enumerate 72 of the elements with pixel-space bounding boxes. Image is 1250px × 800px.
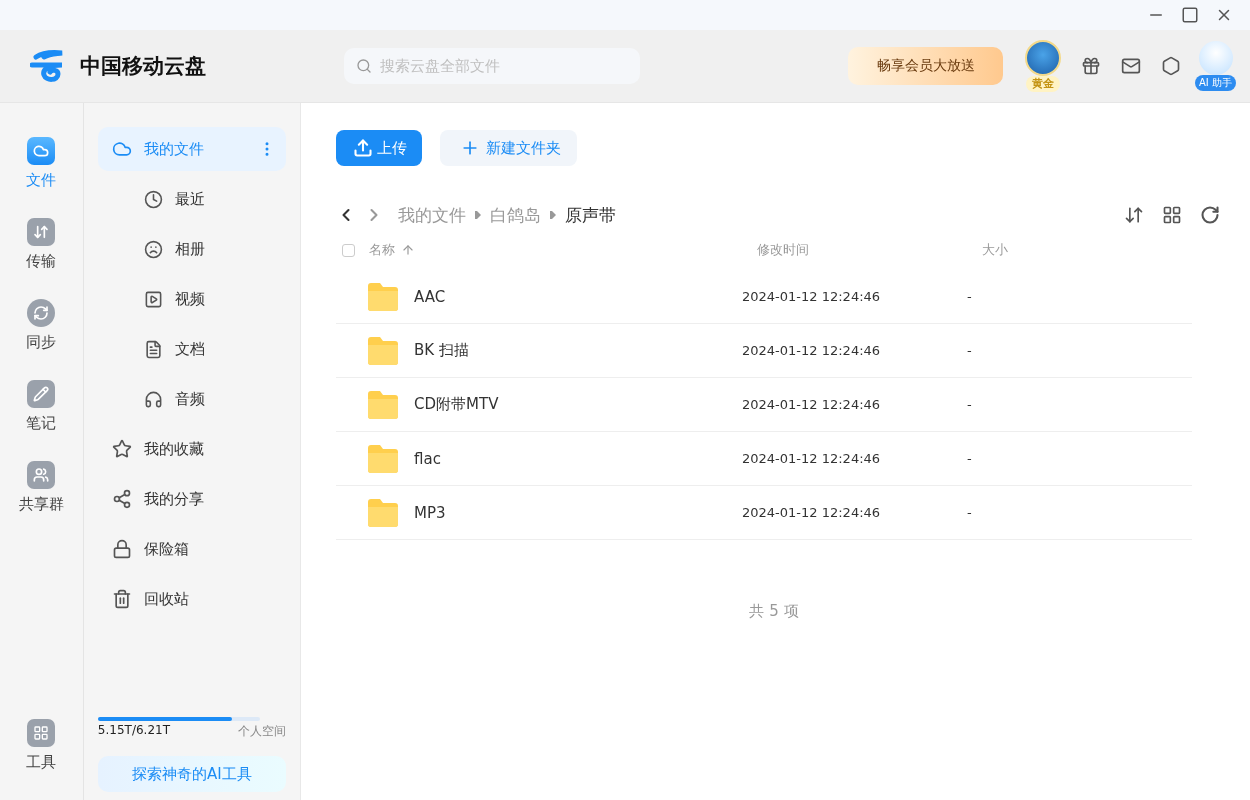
nav-item[interactable]: 我的收藏 <box>97 427 286 471</box>
promo-button[interactable]: 畅享会员大放送 <box>848 47 1004 85</box>
member-badge: 黄金 <box>1026 76 1061 92</box>
select-all-checkbox[interactable] <box>342 243 355 257</box>
mail-icon[interactable] <box>1121 56 1142 76</box>
video-icon <box>143 289 163 309</box>
pencil-icon[interactable] <box>27 380 56 408</box>
settings-icon[interactable] <box>1161 56 1182 76</box>
nav-item[interactable]: 视频 <box>97 277 286 321</box>
rail-tab[interactable]: 共享群 <box>18 495 64 514</box>
gift-icon[interactable] <box>1081 56 1102 76</box>
grid-icon[interactable] <box>27 719 56 747</box>
nav-item[interactable]: 文档 <box>97 327 286 371</box>
separator-icon <box>549 210 557 220</box>
table-cell-text: - <box>967 505 973 520</box>
refresh-icon[interactable] <box>1200 205 1220 225</box>
headphones-icon <box>143 389 163 409</box>
nav-item[interactable]: 保险箱 <box>97 527 286 571</box>
nav-item[interactable]: 我的分享 <box>97 477 286 521</box>
users-icon[interactable] <box>27 461 56 489</box>
maximize-icon[interactable] <box>1180 5 1200 25</box>
grid-view-icon[interactable] <box>1162 205 1182 225</box>
folder-icon <box>366 497 400 528</box>
folder-icon <box>366 389 400 420</box>
storage-label: 个人空间 <box>238 723 286 740</box>
sync-icon[interactable] <box>27 299 56 327</box>
share-icon <box>111 489 132 509</box>
table-cell-text: 2024-01-12 12:24:46 <box>742 451 882 466</box>
table-cell-text: 2024-01-12 12:24:46 <box>742 343 882 358</box>
sort-icon[interactable] <box>1124 205 1144 225</box>
file-name[interactable]: AAC <box>414 287 742 306</box>
breadcrumb-link[interactable]: 原声带 <box>565 203 616 227</box>
nav-item[interactable]: 最近 <box>97 177 286 221</box>
rail-tab[interactable]: 笔记 <box>26 414 57 433</box>
upload-icon <box>353 138 373 158</box>
file-name[interactable]: MP3 <box>414 503 742 522</box>
nav-item[interactable]: 音频 <box>97 377 286 421</box>
table-cell-text: 2024-01-12 12:24:46 <box>742 397 882 412</box>
folder-icon <box>366 443 400 474</box>
sort-up-icon[interactable] <box>401 243 415 257</box>
cloud-icon[interactable] <box>27 137 56 165</box>
file-name[interactable]: CD附带MTV <box>414 395 742 414</box>
assistant-label: AI 助手 <box>1195 75 1236 91</box>
folder-icon <box>366 335 400 366</box>
rail-tab[interactable]: 同步 <box>26 333 57 352</box>
rail-tab[interactable]: 工具 <box>26 753 57 772</box>
storage-used: 5.15T/6.21T <box>97 723 170 739</box>
table-cell-text: - <box>967 343 973 358</box>
app-name: 中国移动云盘 <box>80 53 206 80</box>
cloud-icon <box>111 139 132 159</box>
search-field[interactable]: 搜索云盘全部文件 <box>344 48 640 84</box>
file-name[interactable]: flac <box>414 449 742 468</box>
folder-icon <box>366 281 400 312</box>
document-icon <box>143 339 163 359</box>
table-cell-text: 2024-01-12 12:24:46 <box>742 289 882 304</box>
separator-icon <box>474 210 482 220</box>
item-count: 共 5 项 <box>749 602 799 620</box>
table-cell-text: - <box>967 289 973 304</box>
star-icon <box>111 439 132 459</box>
rail-tab[interactable]: 传输 <box>26 252 57 271</box>
table-cell-text: - <box>967 397 973 412</box>
nav-item[interactable]: 相册 <box>97 227 286 271</box>
transfer-icon[interactable] <box>27 218 56 246</box>
search-icon <box>356 58 372 74</box>
file-name[interactable]: BK 扫描 <box>414 341 742 360</box>
lock-icon <box>111 539 132 559</box>
table-cell-text: - <box>967 451 973 466</box>
table-cell-text: 2024-01-12 12:24:46 <box>742 505 882 520</box>
trash-icon <box>111 589 132 609</box>
avatar[interactable] <box>1025 40 1062 76</box>
clock-icon <box>143 189 163 209</box>
nav-item[interactable]: 回收站 <box>97 577 286 621</box>
